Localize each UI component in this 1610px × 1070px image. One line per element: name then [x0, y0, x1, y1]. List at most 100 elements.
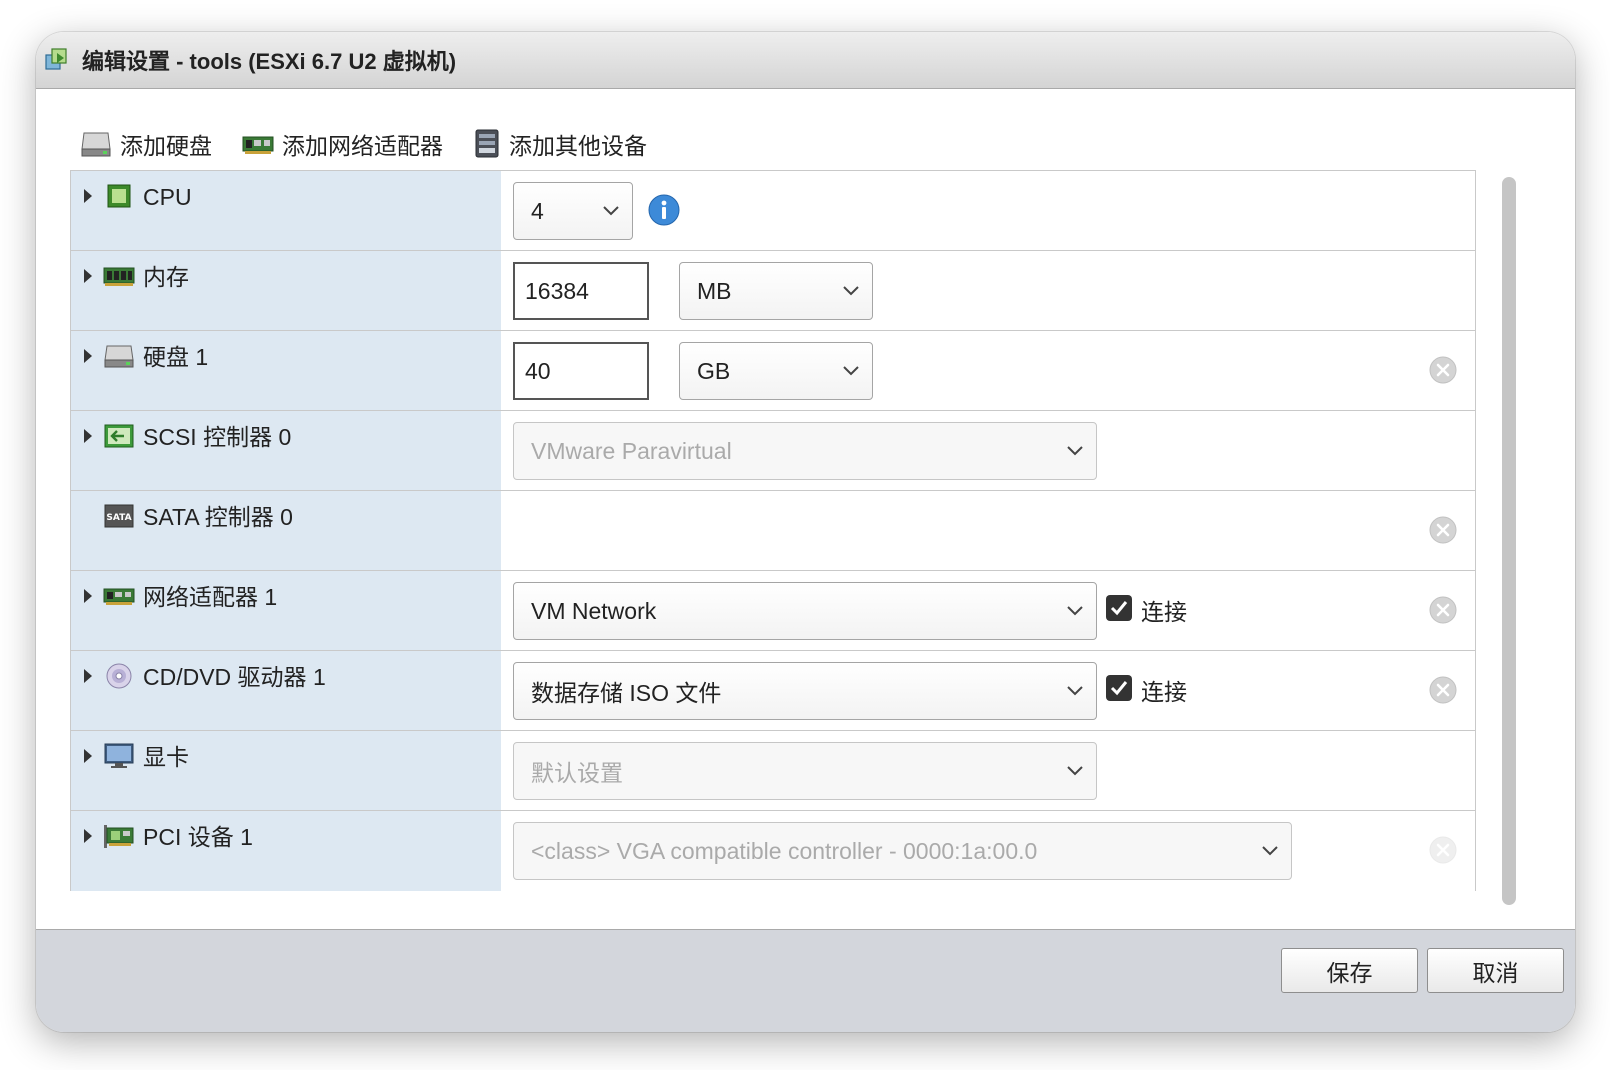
network-connect-label: 连接: [1141, 599, 1187, 625]
sata-controller-icon: SATA: [104, 504, 134, 528]
device-value-cell: 数据存储 ISO 文件 连接: [501, 651, 1475, 730]
vm-settings-icon: [45, 48, 67, 70]
remove-device-icon[interactable]: [1429, 596, 1457, 624]
device-row-sata-controller: SATA SATA 控制器 0: [71, 491, 1475, 571]
chevron-down-icon: [603, 206, 619, 216]
memory-icon: [103, 267, 135, 286]
chevron-down-icon: [1262, 846, 1278, 856]
pci-device-select[interactable]: <class> VGA compatible controller - 0000…: [513, 822, 1292, 880]
device-label: 显卡: [143, 744, 189, 770]
cd-dvd-connect-checkbox[interactable]: [1106, 675, 1132, 701]
memory-size-input[interactable]: 16384: [513, 262, 649, 320]
chevron-down-icon: [843, 286, 859, 296]
memory-unit-select[interactable]: MB: [679, 262, 873, 320]
cpu-count-select[interactable]: 4: [513, 182, 633, 240]
info-icon[interactable]: [648, 194, 680, 226]
chevron-down-icon: [1067, 606, 1083, 616]
device-value-cell: 16384 MB: [501, 251, 1475, 330]
vertical-scrollbar[interactable]: [1502, 177, 1516, 905]
remove-device-icon[interactable]: [1429, 676, 1457, 704]
device-label: 内存: [143, 264, 189, 290]
device-row-scsi-controller: SCSI 控制器 0 VMware Paravirtual: [71, 411, 1475, 491]
device-value-cell: 默认设置: [501, 731, 1475, 810]
scsi-controller-icon: [104, 424, 134, 448]
device-label: 硬盘 1: [143, 344, 209, 370]
add-network-adapter-label: 添加网络适配器: [282, 133, 443, 159]
device-value-cell: [501, 491, 1475, 570]
expand-caret-icon[interactable]: [84, 429, 92, 443]
device-table: CPU 4 内存 16384 MB 硬盘 1 40 GB SCSI 控制器 0 …: [70, 170, 1476, 891]
scsi-type-value: VMware Paravirtual: [531, 437, 732, 464]
device-value-cell: VM Network 连接: [501, 571, 1475, 650]
device-label: PCI 设备 1: [143, 824, 253, 850]
network-adapter-icon: [242, 136, 274, 154]
device-label-cell: 显卡: [71, 731, 501, 810]
network-select[interactable]: VM Network: [513, 582, 1097, 640]
hard-disk-icon: [104, 345, 134, 368]
add-disk-button[interactable]: 添加硬盘: [80, 127, 212, 161]
expand-caret-icon[interactable]: [84, 349, 92, 363]
expand-caret-icon[interactable]: [84, 669, 92, 683]
disk-size-input[interactable]: 40: [513, 342, 649, 400]
network-connect-checkbox[interactable]: [1106, 595, 1132, 621]
chevron-down-icon: [843, 366, 859, 376]
device-label-cell: 内存: [71, 251, 501, 330]
video-settings-select[interactable]: 默认设置: [513, 742, 1097, 800]
add-network-adapter-button[interactable]: 添加网络适配器: [242, 127, 443, 161]
remove-device-icon[interactable]: [1429, 356, 1457, 384]
device-row-video-card: 显卡 默认设置: [71, 731, 1475, 811]
title-bar[interactable]: 编辑设置 - tools (ESXi 6.7 U2 虚拟机): [36, 32, 1575, 89]
device-value-cell: 40 GB: [501, 331, 1475, 410]
expand-caret-icon[interactable]: [84, 269, 92, 283]
expand-caret-icon[interactable]: [84, 589, 92, 603]
toolbar: 添加硬盘 添加网络适配器 添加其他设备: [80, 118, 677, 170]
remove-device-icon[interactable]: [1429, 516, 1457, 544]
hard-disk-icon: [81, 132, 111, 157]
device-label: SCSI 控制器 0: [143, 424, 292, 450]
other-device-icon: [475, 129, 499, 158]
device-label: SATA 控制器 0: [143, 504, 293, 530]
device-row-network-adapter: 网络适配器 1 VM Network 连接: [71, 571, 1475, 651]
remove-device-icon[interactable]: [1429, 836, 1457, 864]
cd-dvd-media-value: 数据存储 ISO 文件: [531, 680, 722, 706]
cancel-button[interactable]: 取消: [1427, 948, 1564, 993]
device-value-cell: 4: [501, 171, 1475, 250]
device-label: CD/DVD 驱动器 1: [143, 664, 326, 690]
dialog-footer: 保存 取消: [36, 929, 1575, 1032]
device-row-cd-dvd: CD/DVD 驱动器 1 数据存储 ISO 文件 连接: [71, 651, 1475, 731]
checkmark-icon: [1110, 601, 1128, 616]
expand-caret-icon[interactable]: [84, 829, 92, 843]
chevron-down-icon: [1067, 686, 1083, 696]
device-label-cell: 硬盘 1: [71, 331, 501, 410]
add-other-device-label: 添加其他设备: [509, 133, 647, 159]
save-button[interactable]: 保存: [1281, 948, 1418, 993]
checkmark-icon: [1110, 681, 1128, 696]
cpu-icon: [107, 184, 131, 208]
scsi-type-select[interactable]: VMware Paravirtual: [513, 422, 1097, 480]
device-row-pci-device: PCI 设备 1 <class> VGA compatible controll…: [71, 811, 1475, 891]
disk-unit-value: GB: [697, 357, 731, 384]
device-row-cpu: CPU 4: [71, 171, 1475, 251]
pci-device-value: <class> VGA compatible controller - 0000…: [531, 837, 1038, 864]
device-row-memory: 内存 16384 MB: [71, 251, 1475, 331]
dialog-title: 编辑设置 - tools (ESXi 6.7 U2 虚拟机): [82, 49, 457, 74]
expand-caret-icon[interactable]: [84, 749, 92, 763]
sata-icon-text: SATA: [106, 513, 131, 523]
add-disk-label: 添加硬盘: [120, 133, 212, 159]
device-row-hard-disk: 硬盘 1 40 GB: [71, 331, 1475, 411]
device-label: 网络适配器 1: [143, 584, 278, 610]
edit-settings-dialog: 编辑设置 - tools (ESXi 6.7 U2 虚拟机) 添加硬盘 添加网络…: [36, 32, 1575, 1032]
add-other-device-button[interactable]: 添加其他设备: [473, 127, 647, 161]
chevron-down-icon: [1067, 766, 1083, 776]
cd-dvd-media-select[interactable]: 数据存储 ISO 文件: [513, 662, 1097, 720]
device-label-cell: 网络适配器 1: [71, 571, 501, 650]
device-value-cell: VMware Paravirtual: [501, 411, 1475, 490]
disk-unit-select[interactable]: GB: [679, 342, 873, 400]
video-settings-value: 默认设置: [531, 760, 623, 786]
device-label-cell: CPU: [71, 171, 501, 250]
device-label-cell: SATA SATA 控制器 0: [71, 491, 501, 570]
chevron-down-icon: [1067, 446, 1083, 456]
device-label-cell: PCI 设备 1: [71, 811, 501, 891]
expand-caret-icon[interactable]: [84, 189, 92, 203]
device-label-cell: SCSI 控制器 0: [71, 411, 501, 490]
